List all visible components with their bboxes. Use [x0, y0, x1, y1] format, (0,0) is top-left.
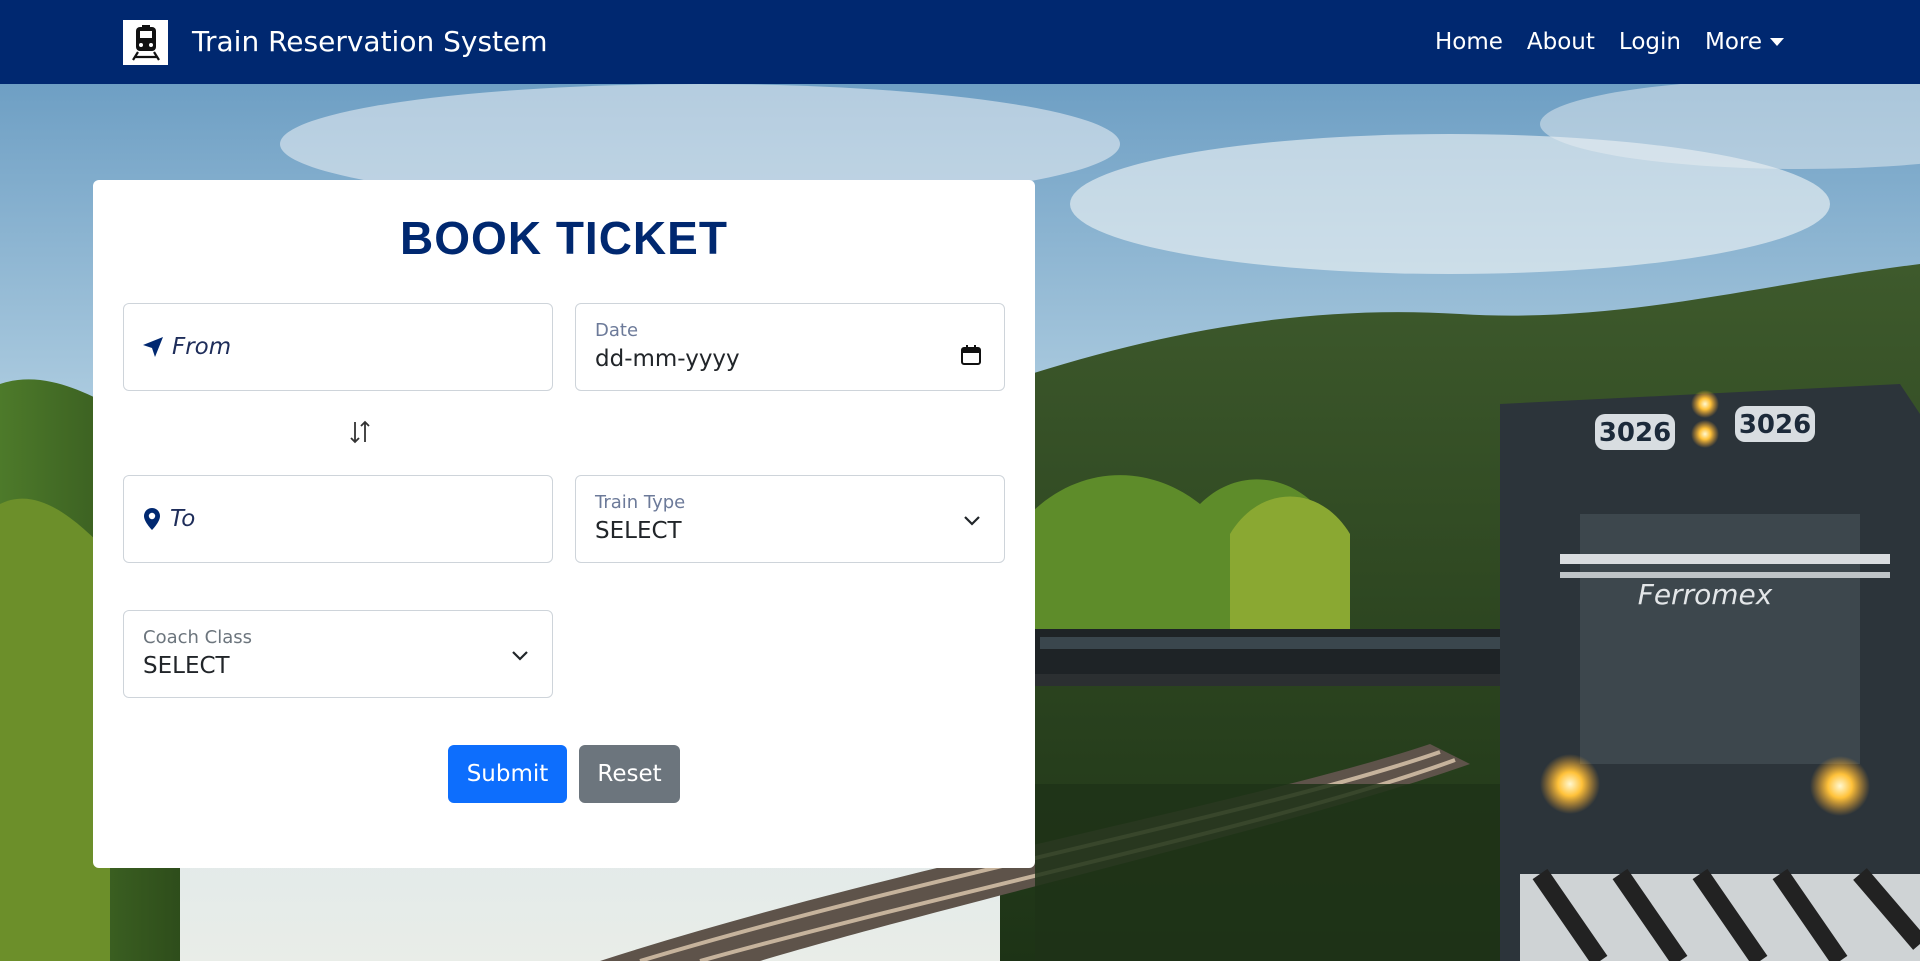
calendar-icon[interactable] — [960, 344, 982, 366]
train-icon — [131, 24, 160, 61]
chevron-down-icon — [964, 516, 980, 526]
nav-about-link[interactable]: About — [1527, 26, 1595, 58]
train-type-value: SELECT — [595, 518, 682, 544]
reset-button[interactable]: Reset — [579, 745, 680, 803]
chevron-down-icon — [512, 651, 528, 661]
train-type-select[interactable]: Train Type SELECT — [575, 475, 1005, 563]
swap-button[interactable] — [346, 418, 374, 446]
locomotive-brand: Ferromex — [1638, 578, 1773, 611]
date-value: dd-mm-yyyy — [595, 346, 740, 372]
map-pin-icon — [144, 508, 160, 530]
to-input[interactable]: To — [123, 475, 553, 563]
nav-more-label: More — [1704, 29, 1762, 55]
locomotive-number-right: 3026 — [1739, 410, 1811, 440]
caret-down-icon — [1770, 38, 1784, 46]
coach-class-label: Coach Class — [143, 627, 252, 648]
date-field[interactable]: Date dd-mm-yyyy — [575, 303, 1005, 391]
nav-links: Home About Login More — [1435, 26, 1784, 58]
booking-card: BOOK TICKET From Date dd-mm-yyyy To Trai… — [93, 180, 1035, 868]
coach-class-select[interactable]: Coach Class SELECT — [123, 610, 553, 698]
page-title: BOOK TICKET — [400, 212, 728, 264]
submit-button[interactable]: Submit — [448, 745, 567, 803]
to-placeholder: To — [170, 506, 196, 532]
nav-more-dropdown[interactable]: More — [1705, 26, 1784, 58]
swap-arrows-icon — [350, 420, 370, 444]
nav-home-link[interactable]: Home — [1435, 26, 1503, 58]
location-arrow-icon — [143, 337, 163, 357]
navbar: Train Reservation System Home About Logi… — [0, 0, 1920, 84]
train-type-label: Train Type — [595, 492, 686, 513]
brand-title[interactable]: Train Reservation System — [192, 25, 548, 59]
coach-class-value: SELECT — [143, 653, 230, 679]
date-label: Date — [595, 320, 639, 341]
locomotive-number-left: 3026 — [1599, 418, 1671, 448]
nav-login-link[interactable]: Login — [1619, 26, 1681, 58]
brand-logo[interactable] — [123, 20, 168, 65]
from-input[interactable]: From — [123, 303, 553, 391]
from-placeholder: From — [172, 334, 232, 360]
